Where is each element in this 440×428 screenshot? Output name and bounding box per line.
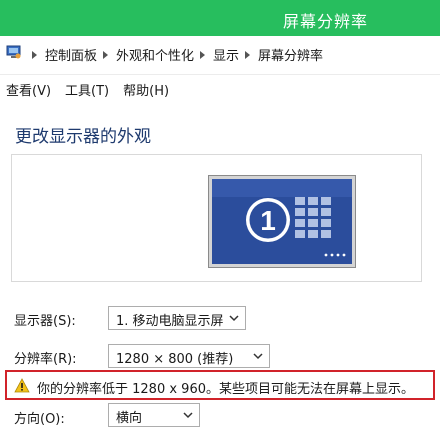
warning-icon <box>14 378 30 393</box>
breadcrumb-display[interactable]: 显示 <box>213 45 239 64</box>
menu-help[interactable]: 帮助(H) <box>123 80 169 99</box>
menu-view[interactable]: 查看(V) <box>6 80 51 99</box>
chevron-down-icon <box>229 315 239 322</box>
display-select-value: 1. 移动电脑显示屏 <box>116 314 224 329</box>
chevron-down-icon <box>253 353 263 360</box>
breadcrumb-screen-resolution[interactable]: 屏幕分辨率 <box>258 45 323 64</box>
breadcrumb-separator-icon <box>32 50 37 59</box>
breadcrumb-control-panel[interactable]: 控制面板 <box>45 45 97 64</box>
display-label: 显示器(S): <box>14 314 76 329</box>
resolution-warning: 你的分辨率低于 1280 x 960。某些项目可能无法在屏幕上显示。 <box>5 370 435 400</box>
chevron-down-icon <box>183 412 193 419</box>
breadcrumb: 控制面板 外观和个性化 显示 屏幕分辨率 <box>26 45 323 64</box>
breadcrumb-appearance[interactable]: 外观和个性化 <box>116 45 194 64</box>
resolution-label: 分辨率(R): <box>14 352 77 367</box>
page-title: 更改显示器的外观 <box>15 127 151 147</box>
resolution-select[interactable]: 1280 × 800 (推荐) <box>108 344 270 368</box>
warning-text: 你的分辨率低于 1280 x 960。某些项目可能无法在屏幕上显示。 <box>37 382 414 397</box>
address-bar: 控制面板 外观和个性化 显示 屏幕分辨率 <box>0 40 440 68</box>
orientation-label: 方向(O): <box>14 412 65 427</box>
display-number: 1 <box>260 205 276 236</box>
menu-tools[interactable]: 工具(T) <box>65 80 109 99</box>
control-panel-icon <box>6 45 21 59</box>
resolution-select-value: 1280 × 800 (推荐) <box>116 352 234 367</box>
display-select[interactable]: 1. 移动电脑显示屏 <box>108 306 246 330</box>
breadcrumb-separator-icon <box>200 50 206 59</box>
monitor-icon[interactable]: 1 <box>208 175 356 268</box>
breadcrumb-separator-icon <box>245 50 251 59</box>
menu-bar: 查看(V) 工具(T) 帮助(H) <box>0 74 440 100</box>
breadcrumb-separator-icon <box>103 50 109 59</box>
window-title: 屏幕分辨率 <box>283 12 369 31</box>
orientation-select[interactable]: 横向 <box>108 403 200 427</box>
title-bar: 屏幕分辨率 <box>0 0 440 36</box>
orientation-select-value: 横向 <box>116 411 143 426</box>
